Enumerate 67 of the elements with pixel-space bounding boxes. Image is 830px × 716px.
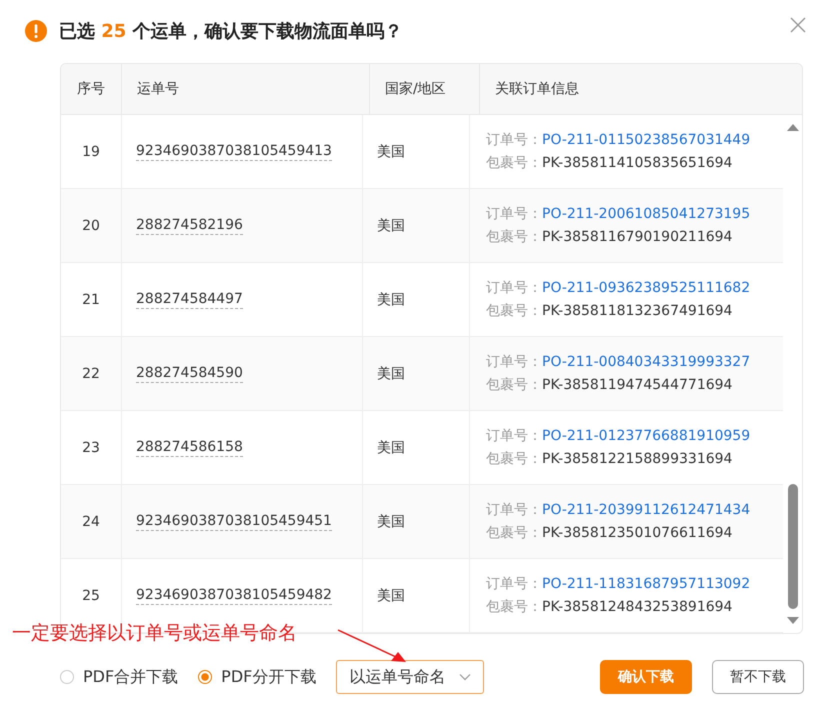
country-text: 美国 [377, 438, 405, 456]
scroll-down-icon[interactable] [786, 617, 798, 625]
row-number: 24 [82, 514, 100, 530]
row-number: 20 [82, 218, 100, 234]
package-label: 包裹号： [486, 599, 542, 615]
waybill-number: 288274582196 [136, 216, 243, 234]
column-header: 国家/地区 [370, 64, 480, 114]
order-number-link[interactable]: PO-211-20399112612471434 [542, 502, 750, 518]
warning-icon [25, 20, 47, 42]
waybill-number: 288274584590 [136, 364, 243, 382]
waybill-number: 9234690387038105459413 [136, 142, 332, 160]
package-label: 包裹号： [486, 525, 542, 541]
package-label: 包裹号： [486, 155, 542, 171]
country-text: 美国 [377, 216, 405, 234]
radio-option[interactable]: PDF合并下载 [60, 666, 178, 688]
annotation-arrow [336, 628, 408, 664]
package-number: PK-3858116790190211694 [542, 229, 732, 245]
package-number: PK-3858123501076611694 [542, 525, 732, 541]
country-text: 美国 [377, 290, 405, 308]
order-number-link[interactable]: PO-211-20061085041273195 [542, 206, 750, 222]
order-number-link[interactable]: PO-211-09362389525111682 [542, 280, 750, 296]
scroll-up-icon[interactable] [786, 123, 798, 131]
scroll-thumb[interactable] [788, 484, 798, 609]
order-label: 订单号： [486, 132, 542, 148]
country-text: 美国 [377, 586, 405, 604]
country-text: 美国 [377, 512, 405, 530]
order-label: 订单号： [486, 206, 542, 222]
row-number: 19 [82, 144, 100, 160]
row-number: 22 [82, 366, 100, 382]
order-label: 订单号： [486, 502, 542, 518]
radio-option[interactable]: PDF分开下载 [198, 666, 316, 688]
package-label: 包裹号： [486, 451, 542, 467]
close-icon[interactable] [790, 17, 806, 33]
order-label: 订单号： [486, 354, 542, 370]
package-number: PK-3858122158899331694 [542, 451, 732, 467]
package-number: PK-3858118132367491694 [542, 303, 732, 319]
country-text: 美国 [377, 364, 405, 382]
package-number: PK-3858124843253891694 [542, 599, 732, 615]
order-number-link[interactable]: PO-211-11831687957113092 [542, 576, 750, 592]
column-header: 序号 [61, 64, 122, 114]
waybill-number: 9234690387038105459451 [136, 512, 332, 530]
package-number: PK-3858114105835651694 [542, 155, 732, 171]
dialog-button[interactable]: 暂不下载 [712, 660, 804, 694]
package-label: 包裹号： [486, 229, 542, 245]
column-header: 关联订单信息 [494, 80, 580, 99]
package-label: 包裹号： [486, 303, 542, 319]
row-number: 25 [82, 588, 100, 604]
package-number: PK-3858119474544771694 [542, 377, 732, 393]
waybill-number: 288274584497 [136, 290, 243, 308]
order-number-link[interactable]: PO-211-01237766881910959 [542, 428, 750, 444]
order-label: 订单号： [486, 428, 542, 444]
column-header: 运单号 [122, 64, 370, 114]
order-label: 订单号： [486, 576, 542, 592]
caret-icon [459, 673, 472, 681]
country-text: 美国 [377, 142, 405, 160]
naming-dropdown[interactable]: 以运单号命名 [336, 660, 484, 694]
annotation-text: 一定要选择以订单号或运单号命名 [12, 621, 297, 646]
dialog-button[interactable]: 确认下载 [600, 660, 692, 694]
package-label: 包裹号： [486, 377, 542, 393]
order-label: 订单号： [486, 280, 542, 296]
order-number-link[interactable]: PO-211-01150238567031449 [542, 132, 750, 148]
row-number: 21 [82, 292, 100, 308]
order-number-link[interactable]: PO-211-00840343319993327 [542, 354, 750, 370]
waybill-number: 9234690387038105459482 [136, 586, 332, 604]
waybill-number: 288274586158 [136, 438, 243, 456]
row-number: 23 [82, 440, 100, 456]
dialog-title: 已选 25 个运单，确认要下载物流面单吗？ [59, 20, 403, 43]
